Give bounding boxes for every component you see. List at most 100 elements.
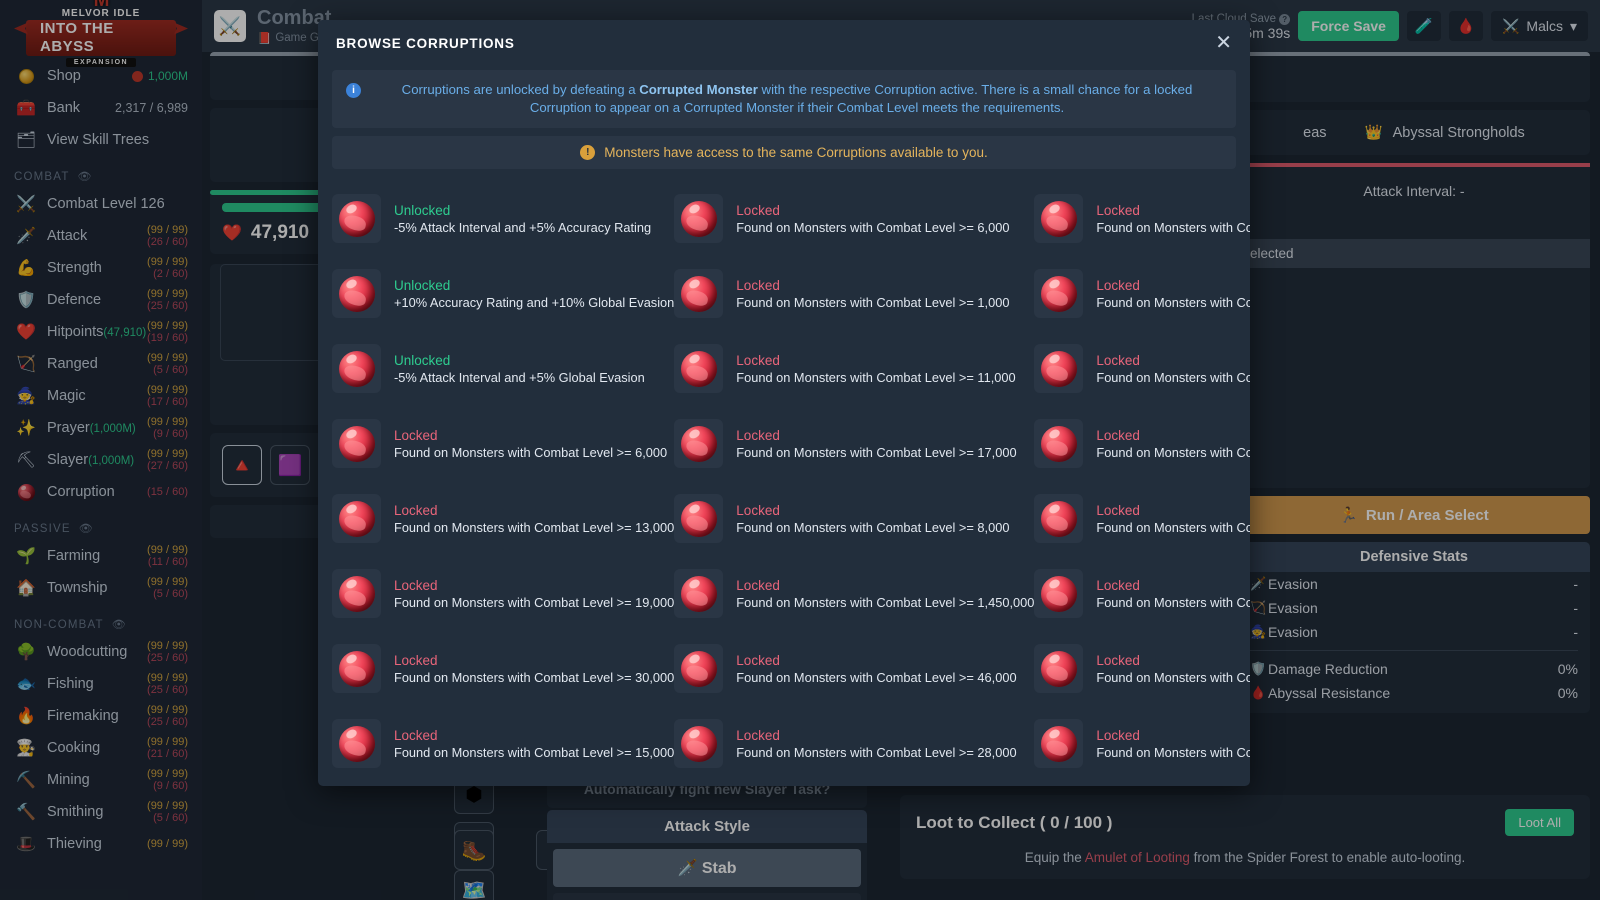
corruption-text: LockedFound on Monsters with Combat Leve… <box>394 652 674 686</box>
modal-header: BROWSE CORRUPTIONS ✕ <box>318 20 1250 66</box>
corruption-text: LockedFound on Monsters with Combat Leve… <box>1096 352 1250 386</box>
corruption-item[interactable]: LockedFound on Monsters with Combat Leve… <box>332 481 674 556</box>
corruption-text: LockedFound on Monsters with Combat Leve… <box>736 577 1034 611</box>
corruption-item[interactable]: LockedFound on Monsters with Combat Leve… <box>674 631 1034 706</box>
corruption-item[interactable]: LockedFound on Monsters with Combat Leve… <box>332 631 674 706</box>
corruption-text: LockedFound on Monsters with Combat Leve… <box>1096 652 1250 686</box>
corruption-text: LockedFound on Monsters with Combat Leve… <box>1096 727 1250 761</box>
corruption-description: -5% Attack Interval and +5% Global Evasi… <box>394 369 645 385</box>
corruption-item[interactable]: LockedFound on Monsters with Combat Leve… <box>332 706 674 781</box>
browse-corruptions-modal: BROWSE CORRUPTIONS ✕ i Corruptions are u… <box>318 20 1250 786</box>
corruption-orb-icon[interactable] <box>674 344 724 393</box>
corruption-item[interactable]: LockedFound on Monsters with Combat Leve… <box>1034 631 1250 706</box>
corruption-item[interactable]: LockedFound on Monsters with Combat Leve… <box>674 256 1034 331</box>
corruption-orb-icon[interactable] <box>1034 344 1084 393</box>
corruption-orb-icon[interactable] <box>1034 719 1084 768</box>
corruption-orb-icon[interactable] <box>332 344 381 393</box>
corruption-item[interactable]: LockedFound on Monsters with Combat Leve… <box>1034 181 1250 256</box>
corruption-description: Found on Monsters with Combat Level >= 6… <box>394 444 668 460</box>
corruption-orb-icon[interactable] <box>674 569 724 618</box>
corruption-description: Found on Monsters with Combat Level >= 1… <box>736 594 1035 610</box>
warning-alert-text: Monsters have access to the same Corrupt… <box>604 145 988 160</box>
status-badge: Locked <box>736 502 780 518</box>
corruption-orb-icon[interactable] <box>332 644 381 693</box>
corruption-orb-icon[interactable] <box>1034 194 1084 243</box>
corruption-text: LockedFound on Monsters with Combat Leve… <box>736 502 1009 536</box>
corruption-description: Found on Monsters with Combat Level >= 1… <box>394 594 675 610</box>
corruption-item[interactable]: LockedFound on Monsters with Combat Leve… <box>1034 331 1250 406</box>
corruption-text: LockedFound on Monsters with Combat Leve… <box>394 577 674 611</box>
corruption-description: Found on Monsters with Combat Level >= 2… <box>1096 444 1250 460</box>
corruption-item[interactable]: LockedFound on Monsters with Combat Leve… <box>332 406 674 481</box>
corruption-item[interactable]: LockedFound on Monsters with Combat Leve… <box>674 481 1034 556</box>
status-badge: Locked <box>394 502 438 518</box>
corruption-item[interactable]: LockedFound on Monsters with Combat Leve… <box>1034 481 1250 556</box>
corruption-description: Found on Monsters with Combat Level >= 1… <box>394 744 675 760</box>
corruption-item[interactable]: Unlocked +10% Accuracy Rating and +10% Gl… <box>332 256 674 331</box>
corruption-item[interactable]: LockedFound on Monsters with Combat Leve… <box>1034 406 1250 481</box>
corruption-orb-icon[interactable] <box>674 269 724 318</box>
corruption-item[interactable]: LockedFound on Monsters with Combat Leve… <box>674 406 1034 481</box>
corruption-item[interactable]: LockedFound on Monsters with Combat Leve… <box>674 331 1034 406</box>
corruption-orb-icon[interactable] <box>332 569 381 618</box>
corruption-description: Found on Monsters with Combat Level >= 1… <box>1096 519 1250 535</box>
corruption-description: Found on Monsters with Combat Level >= 2… <box>736 744 1017 760</box>
modal-title: BROWSE CORRUPTIONS <box>336 35 515 51</box>
corruption-text: LockedFound on Monsters with Combat Leve… <box>736 202 1009 236</box>
corruption-text: LockedFound on Monsters with Combat Leve… <box>736 352 1015 386</box>
corruption-orb-icon[interactable] <box>332 419 381 468</box>
status-badge: Locked <box>1096 577 1140 593</box>
corruption-orb-icon[interactable] <box>674 494 724 543</box>
corruption-item[interactable]: LockedFound on Monsters with Combat Leve… <box>674 556 1034 631</box>
corruption-item[interactable]: LockedFound on Monsters with Combat Leve… <box>674 181 1034 256</box>
corruption-text: LockedFound on Monsters with Combat Leve… <box>736 277 1009 311</box>
corruption-orb-icon[interactable] <box>674 194 724 243</box>
corruption-item[interactable]: Unlocked -5% Attack Interval and +5% Glob… <box>332 331 674 406</box>
corruption-orb-icon[interactable] <box>674 719 724 768</box>
corruption-description: -5% Attack Interval and +5% Accuracy Rat… <box>394 219 652 235</box>
corruption-item[interactable]: LockedFound on Monsters with Combat Leve… <box>1034 706 1250 781</box>
corruption-orb-icon[interactable] <box>332 269 381 318</box>
corruption-orb-icon[interactable] <box>332 194 381 243</box>
status-badge: Locked <box>1096 427 1140 443</box>
corruption-orb-icon[interactable] <box>1034 269 1084 318</box>
corruption-item[interactable]: Unlocked -5% Attack Interval and +5% Accu… <box>332 181 674 256</box>
corruption-text: Unlocked -5% Attack Interval and +5% Glob… <box>394 352 645 386</box>
corruption-orb-icon[interactable] <box>332 494 381 543</box>
corruption-text: LockedFound on Monsters with Combat Leve… <box>736 427 1016 461</box>
status-badge: Locked <box>736 277 780 293</box>
corruption-orb-icon[interactable] <box>1034 569 1084 618</box>
close-icon[interactable]: ✕ <box>1215 33 1232 53</box>
status-badge: Locked <box>736 652 780 668</box>
corruption-description: Found on Monsters with Combat Level >= 2… <box>1096 744 1250 760</box>
info-alert-text: Corruptions are unlocked by defeating a … <box>372 81 1222 117</box>
info-text-pre: Corruptions are unlocked by defeating a <box>401 82 640 97</box>
corruption-text: LockedFound on Monsters with Combat Leve… <box>736 727 1016 761</box>
corruption-item[interactable]: LockedFound on Monsters with Combat Leve… <box>674 706 1034 781</box>
status-badge: Locked <box>394 727 438 743</box>
corruption-description: Found on Monsters with Combat Level >= 1… <box>736 444 1017 460</box>
corruption-description: Found on Monsters with Combat Level >= 1… <box>736 369 1016 385</box>
corruption-description: Found on Monsters with Combat Level >= 2… <box>1096 369 1250 385</box>
corruption-orb-icon[interactable] <box>332 719 381 768</box>
corruption-description: Found on Monsters with Combat Level >= 1… <box>1096 594 1250 610</box>
corruption-orb-icon[interactable] <box>1034 494 1084 543</box>
corruption-description: Found on Monsters with Combat Level >= 6… <box>736 219 1010 235</box>
corruption-orb-icon[interactable] <box>1034 644 1084 693</box>
corruption-item[interactable]: LockedFound on Monsters with Combat Leve… <box>1034 556 1250 631</box>
corruption-item[interactable]: LockedFound on Monsters with Combat Leve… <box>332 556 674 631</box>
corruption-text: LockedFound on Monsters with Combat Leve… <box>1096 202 1250 236</box>
status-badge: Locked <box>1096 727 1140 743</box>
status-badge: Unlocked <box>394 352 451 368</box>
status-badge: Unlocked <box>394 277 451 293</box>
corruption-description: Found on Monsters with Combat Level >= 4… <box>736 669 1017 685</box>
app-root: M MELVOR IDLE INTO THE ABYSS EXPANSION S… <box>0 0 1600 900</box>
corruption-orb-icon[interactable] <box>674 419 724 468</box>
corruption-orb-icon[interactable] <box>674 644 724 693</box>
corruption-item[interactable]: LockedFound on Monsters with Combat Leve… <box>1034 256 1250 331</box>
corruption-text: LockedFound on Monsters with Combat Leve… <box>394 502 674 536</box>
corruption-orb-icon[interactable] <box>1034 419 1084 468</box>
status-badge: Locked <box>394 652 438 668</box>
corruption-text: Unlocked -5% Attack Interval and +5% Accu… <box>394 202 651 236</box>
modal-body: i Corruptions are unlocked by defeating … <box>318 66 1250 786</box>
